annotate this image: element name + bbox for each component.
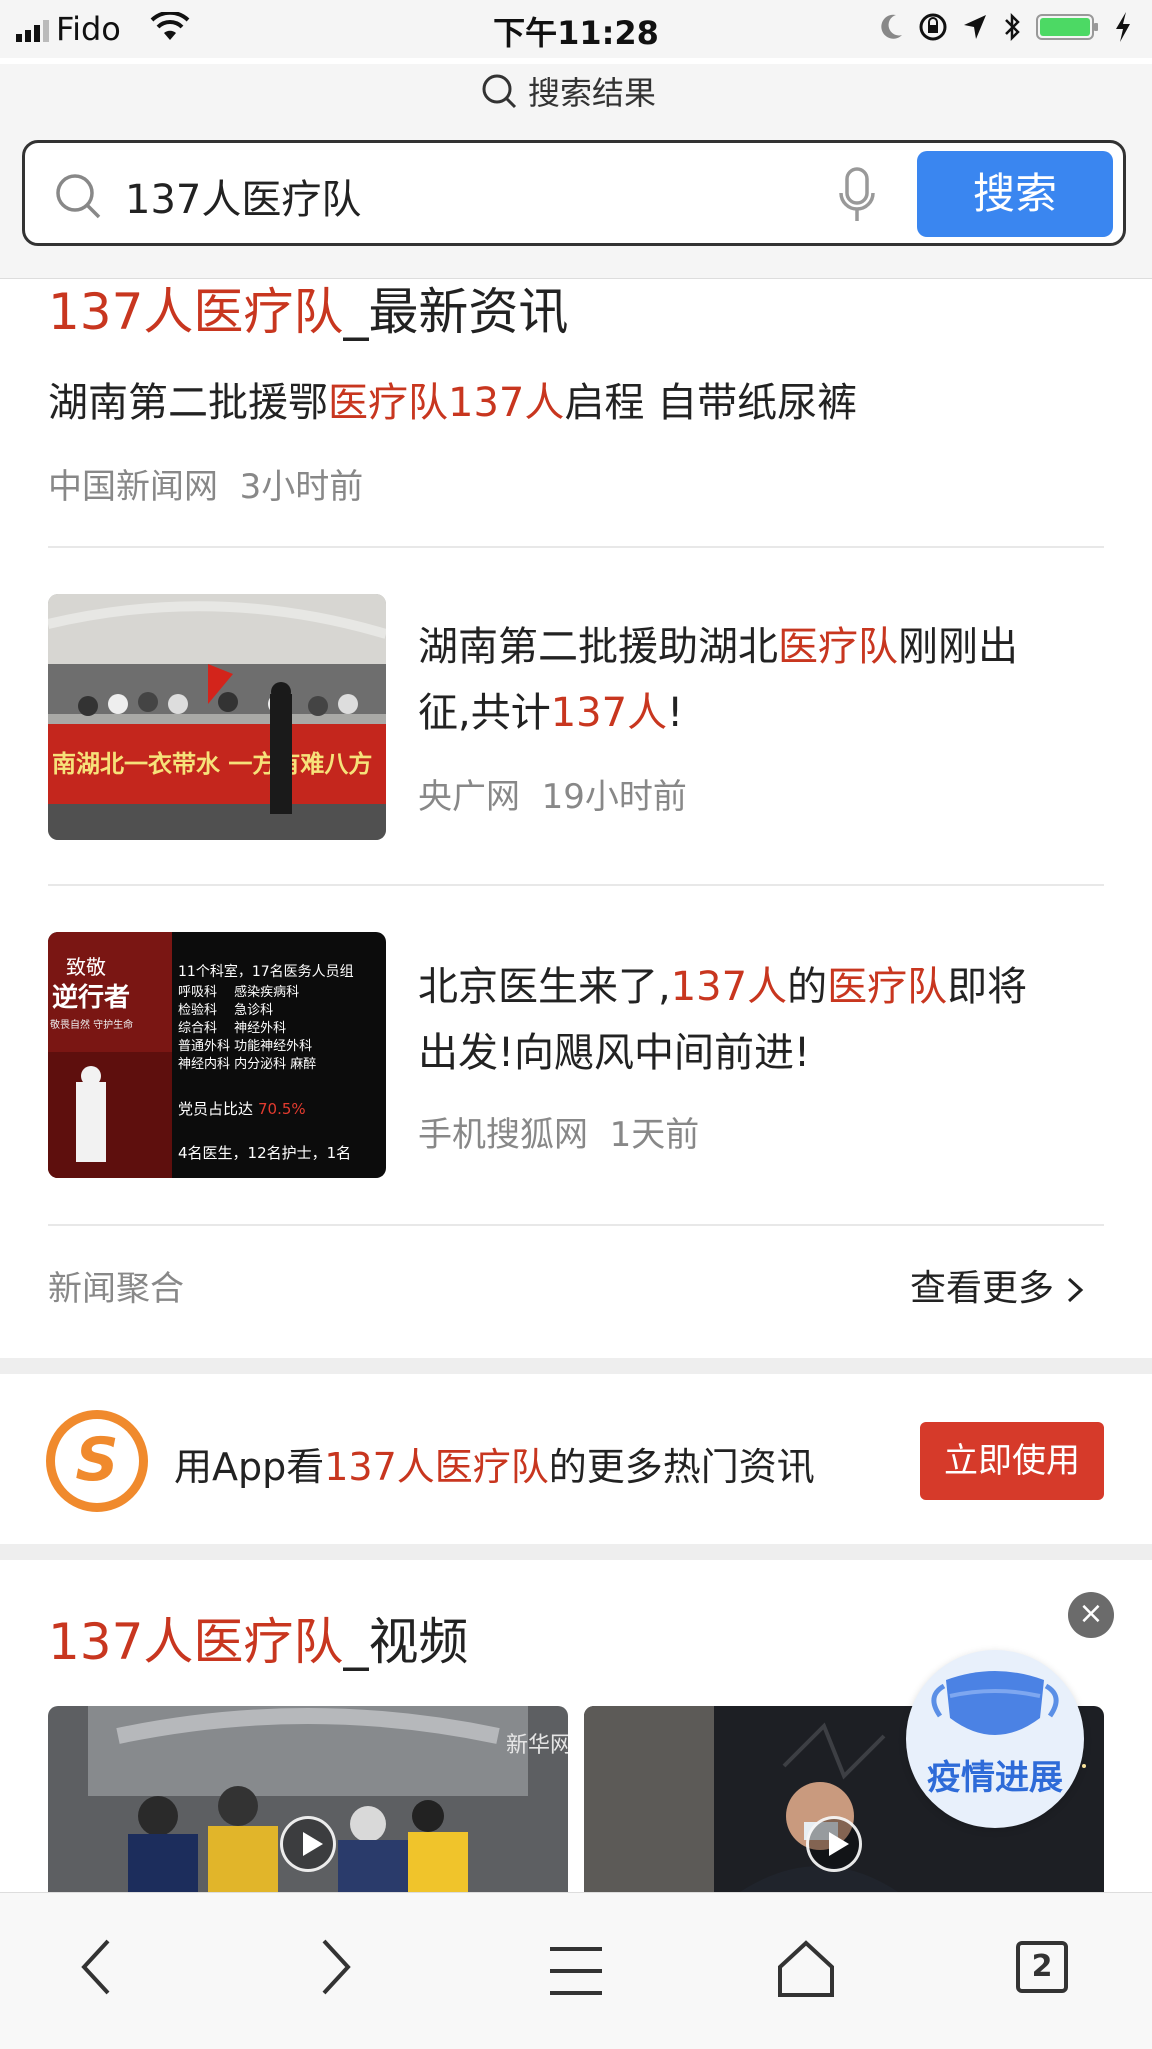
news-item-1-title[interactable]: 湖南第二批援鄂医疗队137人启程 自带纸尿裤 [48, 370, 857, 436]
svg-text:4名医生，12名护士，1名: 4名医生，12名护士，1名 [178, 1144, 351, 1162]
svg-text:逆行者: 逆行者 [52, 982, 130, 1013]
svg-text:综合科 神经外科: 综合科 神经外科 [178, 1021, 286, 1036]
play-icon[interactable] [280, 1816, 336, 1872]
rotation-lock-icon [919, 13, 947, 41]
moon-icon [881, 14, 902, 39]
svg-text:党员占比达: 党员占比达 [178, 1100, 253, 1118]
news-source: 中国新闻网 [48, 467, 218, 507]
search-input[interactable]: 137人医疗队 搜索 [22, 140, 1126, 246]
app-promo-text: 用App看137人医疗队的更多热门资讯 [174, 1445, 815, 1489]
chevron-right-icon [1068, 1277, 1084, 1303]
page-title: 搜索结果 [528, 74, 657, 112]
svg-text:呼吸科 感染疾病科: 呼吸科 感染疾病科 [178, 984, 299, 1000]
search-button[interactable]: 搜索 [917, 151, 1113, 237]
forward-icon[interactable] [318, 1937, 354, 1997]
news-item-3-thumbnail[interactable]: 致敬 逆行者 敬畏自然 守护生命 11个科室，17名医务人员组 呼吸科 感染疾病… [48, 932, 386, 1178]
tabs-button[interactable]: 2 [1016, 1941, 1068, 1993]
sogou-logo-icon: S [46, 1410, 148, 1512]
search-icon [56, 174, 101, 219]
location-icon [964, 15, 986, 39]
svg-text:普通外科 功能神经外科: 普通外科 功能神经外科 [178, 1039, 312, 1054]
svg-text:11个科室，17名医务人员组: 11个科室，17名医务人员组 [178, 963, 354, 980]
svg-text:神经内科 内分泌科 麻醉: 神经内科 内分泌科 麻醉 [178, 1056, 316, 1072]
news-item-2-meta: 央广网 19小时前 [418, 764, 687, 830]
close-icon[interactable]: × [1068, 1592, 1114, 1638]
charging-icon [1116, 12, 1130, 42]
news-aggregation-label: 新闻聚合 [48, 1269, 184, 1309]
epidemic-progress-widget[interactable]: 疫情进展 [906, 1650, 1084, 1828]
news-time: 19小时前 [541, 777, 687, 817]
news-source: 手机搜狐网 [418, 1115, 588, 1155]
search-bar: 137人医疗队 搜索 [0, 114, 1152, 279]
svg-text:敬畏自然 守护生命: 敬畏自然 守护生命 [50, 1018, 133, 1031]
section-separator [0, 1358, 1152, 1374]
home-icon[interactable] [776, 1939, 836, 1999]
page-header: 搜索结果 [0, 64, 1152, 114]
svg-text:检验科 急诊科: 检验科 急诊科 [178, 1002, 273, 1018]
face-mask-icon [931, 1671, 1059, 1735]
bluetooth-icon [1005, 12, 1020, 42]
status-bar: Fido 下午11:28 [0, 0, 1152, 58]
news-item-2-title-line1[interactable]: 湖南第二批援助湖北医疗队刚刚出 [418, 614, 1018, 680]
video-section-title[interactable]: 137人医疗队_视频 [48, 1602, 468, 1674]
back-icon[interactable] [78, 1937, 114, 1997]
svg-text:致敬: 致敬 [66, 955, 106, 979]
news-item-3-title-line2[interactable]: 出发!向飓风中间前进! [418, 1020, 810, 1086]
news-item-2-title-line2[interactable]: 征,共计137人! [418, 680, 683, 746]
browser-toolbar: 2 [0, 1892, 1152, 2049]
news-item-3-title-line1[interactable]: 北京医生来了,137人的医疗队即将 [418, 954, 1027, 1020]
search-icon [482, 74, 517, 109]
epidemic-progress-label: 疫情进展 [927, 1758, 1063, 1798]
app-promo-banner: S 用App看137人医疗队的更多热门资讯 立即使用 [0, 1374, 1152, 1544]
news-time: 3小时前 [239, 467, 364, 507]
use-app-button[interactable]: 立即使用 [920, 1422, 1104, 1500]
news-time: 1天前 [609, 1115, 700, 1155]
svg-text:70.5%: 70.5% [258, 1100, 306, 1118]
divider [48, 884, 1104, 886]
news-section-title[interactable]: 137人医疗队_最新资讯 [48, 272, 568, 344]
menu-icon[interactable] [548, 1945, 604, 1997]
battery-icon [1036, 14, 1098, 40]
news-item-2-thumbnail[interactable]: 南湖北一衣带水 一方有难八方 [48, 594, 386, 840]
banner-text: 南湖北一衣带水 一方有难八方 [52, 750, 372, 778]
watermark: 新华网 [506, 1733, 568, 1758]
play-icon[interactable] [806, 1816, 862, 1872]
microphone-icon[interactable] [837, 167, 877, 223]
news-item-3-meta: 手机搜狐网 1天前 [418, 1102, 699, 1168]
section-separator [0, 1544, 1152, 1560]
divider [48, 1224, 1104, 1226]
video-thumbnail-1[interactable]: 新华网 [48, 1706, 568, 1896]
news-source: 央广网 [418, 777, 520, 817]
see-more-link[interactable]: 查看更多 [910, 1256, 1085, 1322]
divider [48, 546, 1104, 548]
news-item-1-meta: 中国新闻网 3小时前 [48, 454, 363, 520]
search-query[interactable]: 137人医疗队 [125, 167, 361, 225]
